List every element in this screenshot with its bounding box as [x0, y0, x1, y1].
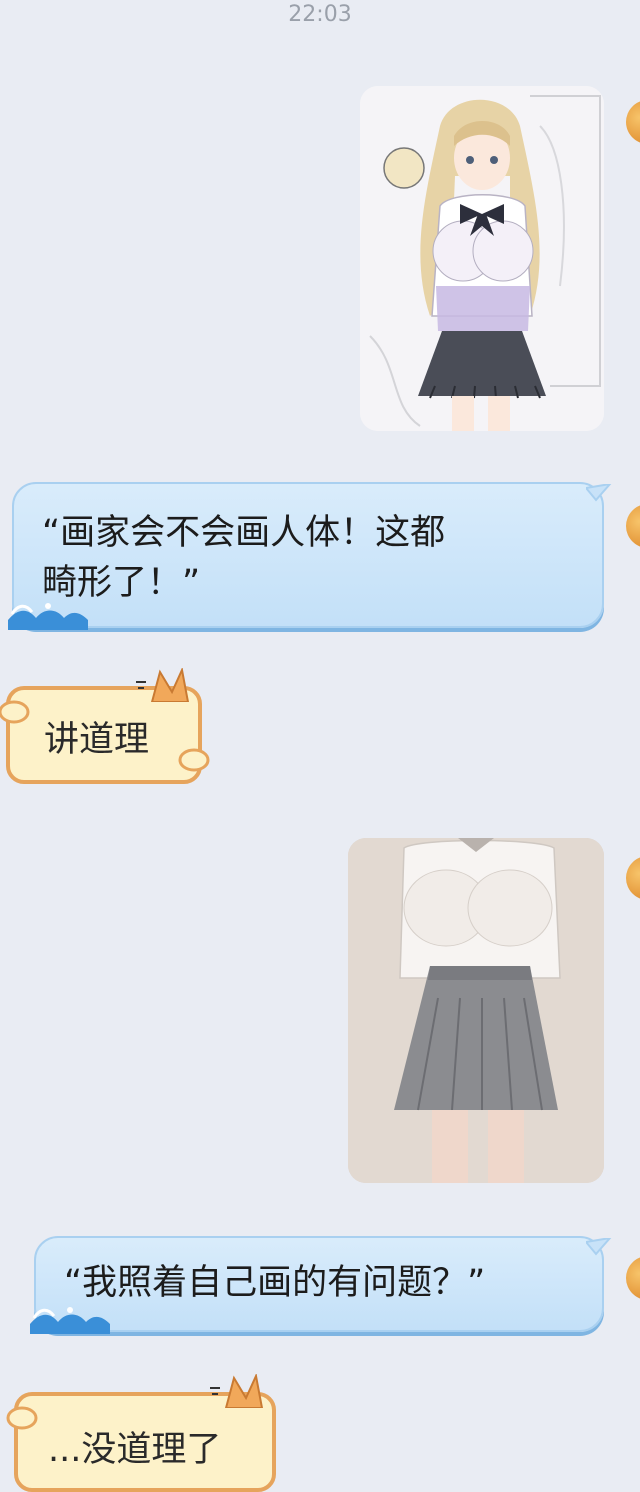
wave-decoration-icon [8, 603, 88, 630]
message-text: “画家会不会画人体！这都 畸形了！” [42, 508, 445, 608]
bubble-tail-icon [586, 484, 612, 502]
sender-avatar[interactable] [626, 1256, 640, 1300]
bubble-tail-icon [586, 1238, 612, 1256]
cat-paw-icon [178, 748, 210, 772]
outgoing-message-bubble[interactable]: “画家会不会画人体！这都 畸形了！” [8, 482, 612, 630]
sender-avatar[interactable] [626, 504, 640, 548]
image-message-photo[interactable] [348, 838, 604, 1183]
outgoing-message-bubble[interactable]: “我照着自己画的有问题？” [30, 1236, 612, 1334]
image-message-anime[interactable] [360, 86, 604, 431]
anime-illustration [360, 86, 604, 431]
uniform-photo [348, 838, 604, 1183]
cat-ears-icon [136, 668, 190, 702]
message-line-1: “画家会不会画人体！这都 [42, 513, 446, 553]
cat-paw-icon [6, 1406, 38, 1430]
message-line-2: 畸形了！” [42, 563, 201, 603]
sender-avatar[interactable] [626, 856, 640, 900]
message-text: “我照着自己画的有问题？” [64, 1263, 486, 1303]
cat-paw-icon [0, 700, 30, 724]
incoming-message-bubble[interactable]: 讲道理 [0, 668, 210, 784]
wave-decoration-icon [30, 1307, 110, 1334]
message-text: ...没道理了 [48, 1430, 222, 1470]
message-text: 讲道理 [44, 720, 150, 760]
incoming-message-bubble[interactable]: ...没道理了 [6, 1374, 276, 1492]
message-timestamp: 22:03 [288, 2, 352, 27]
sender-avatar[interactable] [626, 100, 640, 144]
cat-ears-icon [210, 1374, 264, 1408]
